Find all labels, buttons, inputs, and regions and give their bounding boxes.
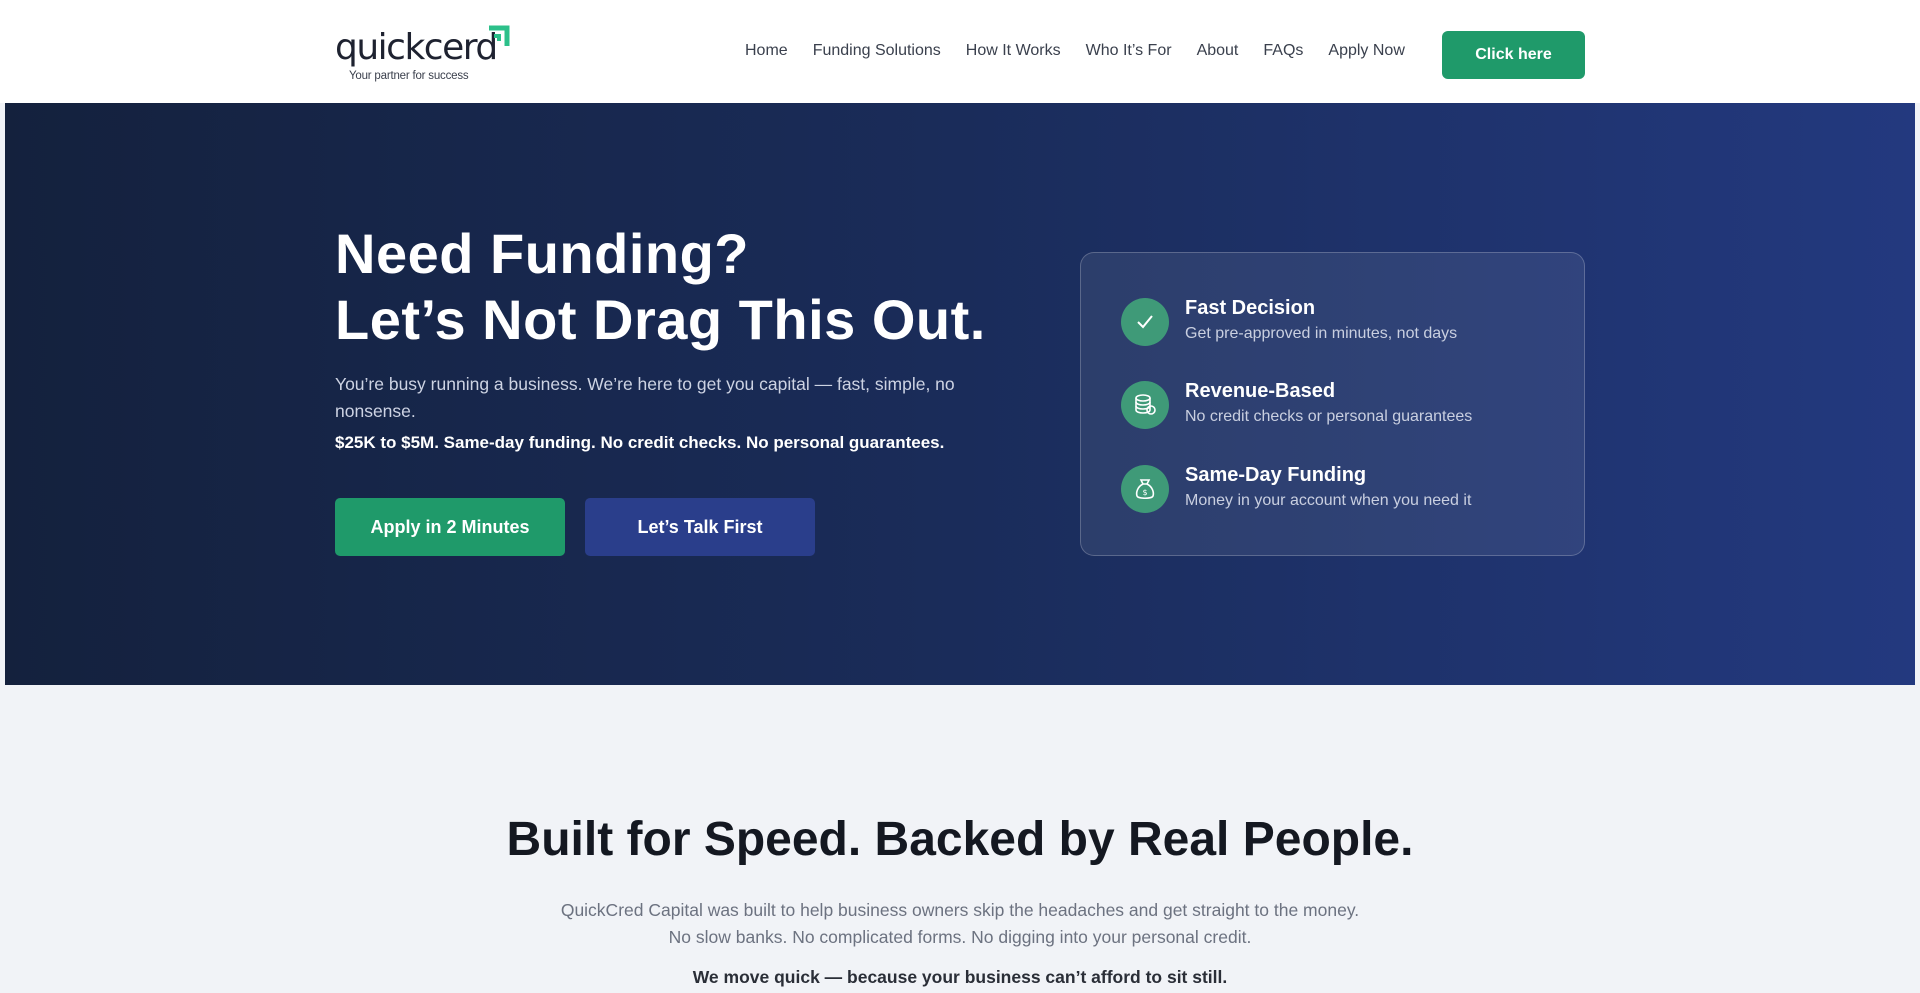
feature-desc: Money in your account when you need it [1185,492,1472,509]
nav-about[interactable]: About [1197,42,1239,60]
talk-first-button[interactable]: Let’s Talk First [585,498,815,556]
features-card: Fast Decision Get pre-approved in minute… [1080,252,1585,556]
feature-revenue-based: Revenue-Based No credit checks or person… [1121,378,1472,429]
about-text: QuickCred Capital was built to help busi… [560,900,1360,947]
feature-same-day-funding: $ Same-Day Funding Money in your account… [1121,462,1471,513]
brand-logo[interactable]: quickcerd Your partner for success [335,24,515,84]
header-cta-button[interactable]: Click here [1442,31,1585,79]
site-header: quickcerd Your partner for success Home … [0,0,1920,103]
money-bag-icon: $ [1121,465,1169,513]
hero-section: Need Funding? Let’s Not Drag This Out. Y… [5,103,1915,685]
nav-faqs[interactable]: FAQs [1263,42,1303,60]
check-icon [1121,298,1169,346]
nav-how-it-works[interactable]: How It Works [966,42,1061,60]
hero-title: Need Funding? Let’s Not Drag This Out. [335,221,1035,353]
nav-funding-solutions[interactable]: Funding Solutions [813,42,941,60]
hero-subtitle: You’re busy running a business. We’re he… [335,374,955,421]
hero-title-line2: Let’s Not Drag This Out. [335,288,986,351]
nav-apply-now[interactable]: Apply Now [1328,42,1404,60]
about-tagline: We move quick — because your business ca… [692,967,1228,987]
feature-title: Revenue-Based [1185,380,1336,402]
feature-title: Fast Decision [1185,297,1316,319]
apply-button[interactable]: Apply in 2 Minutes [335,498,565,556]
logo-arrow-icon [489,25,510,46]
coins-icon [1121,381,1169,429]
feature-title: Same-Day Funding [1185,464,1367,486]
svg-text:$: $ [1142,488,1147,497]
nav-who-its-for[interactable]: Who It’s For [1086,42,1172,60]
hero-title-line1: Need Funding? [335,222,750,285]
logo-wordmark: quickcerd [335,27,498,68]
hero-highlight: $25K to $5M. Same-day funding. No credit… [335,433,945,452]
feature-desc: No credit checks or personal guarantees [1185,408,1473,425]
main-nav: Home Funding Solutions How It Works Who … [745,42,1405,60]
logo-tagline: Your partner for success [349,70,469,82]
nav-home[interactable]: Home [745,42,788,60]
about-title: Built for Speed. Backed by Real People. [506,813,1414,866]
feature-fast-decision: Fast Decision Get pre-approved in minute… [1121,295,1457,346]
feature-desc: Get pre-approved in minutes, not days [1185,325,1458,342]
